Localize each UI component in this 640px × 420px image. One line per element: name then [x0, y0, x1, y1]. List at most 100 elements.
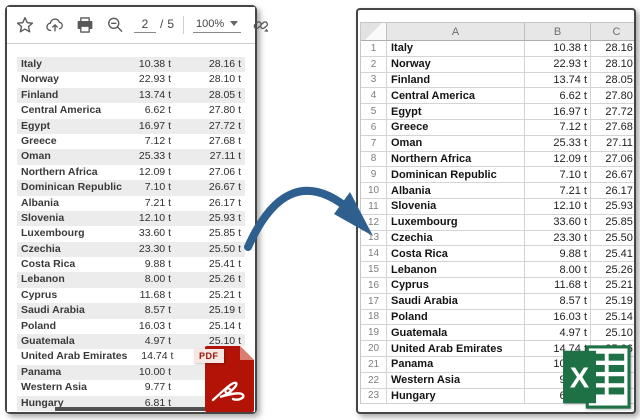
pdf-file-icon: PDF	[194, 343, 256, 413]
cell-country[interactable]: Costa Rica	[387, 246, 525, 262]
cell-value-c[interactable]: 28.16 t	[591, 41, 636, 57]
row-number[interactable]: 2	[361, 57, 387, 73]
cell-value-b[interactable]: 10.38 t	[525, 41, 591, 57]
cell-value-b[interactable]: 9.88 t	[525, 246, 591, 262]
cell-country[interactable]: Czechia	[387, 231, 525, 247]
row-number[interactable]: 1	[361, 41, 387, 57]
cell-country[interactable]: Lebanon	[387, 262, 525, 278]
row-number[interactable]: 3	[361, 73, 387, 89]
cell-value-b[interactable]: 22.93 t	[525, 57, 591, 73]
cell-country[interactable]: Western Asia	[387, 373, 525, 389]
cell-value-c[interactable]: 25.41 t	[591, 246, 636, 262]
print-icon[interactable]	[74, 15, 95, 36]
row-number[interactable]: 20	[361, 341, 387, 357]
cell-country[interactable]: Italy	[387, 41, 525, 57]
row-number[interactable]: 15	[361, 262, 387, 278]
row-number[interactable]: 5	[361, 104, 387, 120]
cell-value-b[interactable]: 16.97 t	[525, 104, 591, 120]
cell-value-b[interactable]: 33.60 t	[525, 215, 591, 231]
cell-value-b[interactable]: 7.12 t	[525, 120, 591, 136]
cell-value-c[interactable]: 27.68 t	[591, 120, 636, 136]
select-all-corner[interactable]	[361, 23, 387, 41]
pdf-cell: 23.30 t	[125, 242, 171, 257]
cell-value-b[interactable]: 4.97 t	[525, 325, 591, 341]
cell-country[interactable]: Luxembourg	[387, 215, 525, 231]
row-number[interactable]: 12	[361, 215, 387, 231]
page-total: 5	[167, 17, 174, 31]
row-number[interactable]: 9	[361, 167, 387, 183]
row-number[interactable]: 17	[361, 294, 387, 310]
cell-value-c[interactable]: 28.05 t	[591, 73, 636, 89]
cell-value-c[interactable]: 25.14 t	[591, 310, 636, 326]
cell-value-b[interactable]: 7.10 t	[525, 167, 591, 183]
cell-country[interactable]: Cyprus	[387, 278, 525, 294]
row-number[interactable]: 10	[361, 183, 387, 199]
cell-country[interactable]: Panama	[387, 357, 525, 373]
row-number[interactable]: 14	[361, 246, 387, 262]
row-number[interactable]: 11	[361, 199, 387, 215]
cell-value-b[interactable]: 8.57 t	[525, 294, 591, 310]
cell-country[interactable]: Oman	[387, 136, 525, 152]
cell-value-b[interactable]: 6.62 t	[525, 88, 591, 104]
cloud-upload-icon[interactable]	[44, 15, 65, 36]
fill-sign-link-icon[interactable]	[250, 15, 271, 36]
row-number[interactable]: 22	[361, 373, 387, 389]
column-header-b[interactable]: B	[525, 23, 591, 41]
cell-value-b[interactable]: 23.30 t	[525, 231, 591, 247]
page-number-input[interactable]: 2	[134, 17, 156, 33]
column-header-c[interactable]: C	[591, 23, 636, 41]
cell-value-b[interactable]: 8.00 t	[525, 262, 591, 278]
cell-value-c[interactable]: 25.85 t	[591, 215, 636, 231]
cell-value-c[interactable]: 26.67 t	[591, 167, 636, 183]
cell-value-c[interactable]: 28.10 t	[591, 57, 636, 73]
row-number[interactable]: 21	[361, 357, 387, 373]
row-number[interactable]: 4	[361, 88, 387, 104]
row-number[interactable]: 8	[361, 152, 387, 168]
cell-value-b[interactable]: 13.74 t	[525, 73, 591, 89]
cell-value-b[interactable]: 11.68 t	[525, 278, 591, 294]
cell-country[interactable]: Northern Africa	[387, 152, 525, 168]
star-icon[interactable]	[14, 15, 35, 36]
cell-value-c[interactable]: 27.72 t	[591, 104, 636, 120]
cell-country[interactable]: Guatemala	[387, 325, 525, 341]
row-number[interactable]: 7	[361, 136, 387, 152]
cell-country[interactable]: Poland	[387, 310, 525, 326]
row-number[interactable]: 13	[361, 231, 387, 247]
cell-value-c[interactable]: 27.11 t	[591, 136, 636, 152]
cell-country[interactable]: Egypt	[387, 104, 525, 120]
cell-country[interactable]: Hungary	[387, 389, 525, 405]
cell-country[interactable]: Saudi Arabia	[387, 294, 525, 310]
cell-value-c[interactable]: 26.17 t	[591, 183, 636, 199]
cell-country[interactable]: Finland	[387, 73, 525, 89]
cell-value-c[interactable]: 25.21 t	[591, 278, 636, 294]
cell-country[interactable]: Central America	[387, 88, 525, 104]
cell-value-c[interactable]: 25.26 t	[591, 262, 636, 278]
zoom-out-icon[interactable]	[104, 15, 125, 36]
cell-value-c[interactable]: 25.50 t	[591, 231, 636, 247]
cell-country[interactable]: Slovenia	[387, 199, 525, 215]
cell-country[interactable]: Norway	[387, 57, 525, 73]
cell-country[interactable]: Dominican Republic	[387, 167, 525, 183]
column-header-a[interactable]: A	[387, 23, 525, 41]
cell-value-b[interactable]: 12.10 t	[525, 199, 591, 215]
pdf-cell: 28.16 t	[171, 57, 245, 72]
row-number[interactable]: 23	[361, 389, 387, 405]
cell-value-c[interactable]: 27.80 t	[591, 88, 636, 104]
cell-country[interactable]: Greece	[387, 120, 525, 136]
row-number[interactable]: 18	[361, 310, 387, 326]
zoom-dropdown[interactable]: 100%	[193, 18, 241, 33]
cell-value-c[interactable]: 25.93 t	[591, 199, 636, 215]
pdf-table-row: Lebanon8.00 t25.26 t	[17, 272, 245, 287]
cell-value-b[interactable]: 7.21 t	[525, 183, 591, 199]
cell-country[interactable]: Albania	[387, 183, 525, 199]
cell-value-c[interactable]: 25.10 t	[591, 325, 636, 341]
cell-value-c[interactable]: 27.06 t	[591, 152, 636, 168]
row-number[interactable]: 6	[361, 120, 387, 136]
cell-country[interactable]: United Arab Emirates	[387, 341, 525, 357]
row-number[interactable]: 19	[361, 325, 387, 341]
cell-value-c[interactable]: 25.19 t	[591, 294, 636, 310]
cell-value-b[interactable]: 12.09 t	[525, 152, 591, 168]
cell-value-b[interactable]: 16.03 t	[525, 310, 591, 326]
row-number[interactable]: 16	[361, 278, 387, 294]
cell-value-b[interactable]: 25.33 t	[525, 136, 591, 152]
